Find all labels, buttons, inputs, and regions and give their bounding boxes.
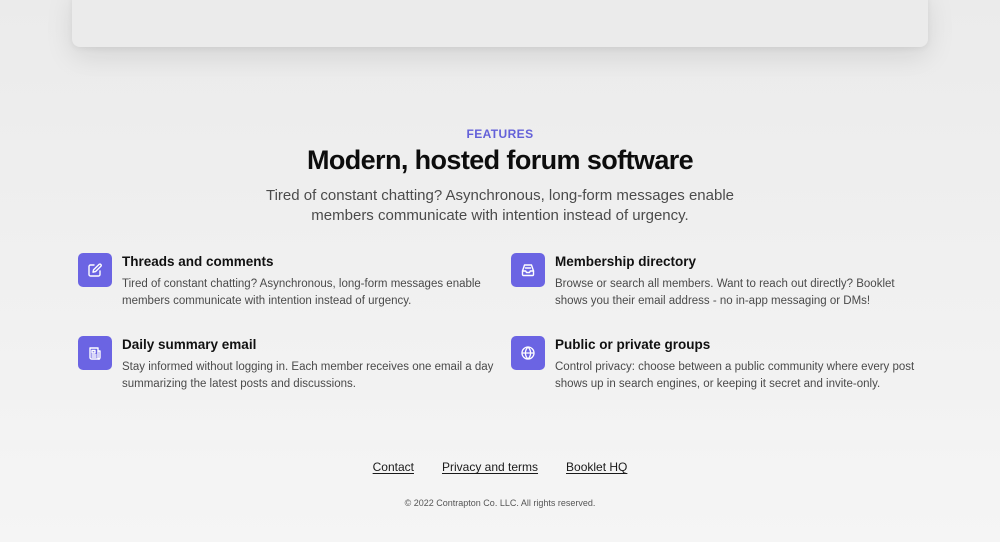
newspaper-icon [78, 336, 112, 370]
feature-title: Daily summary email [122, 337, 257, 352]
feature-description: Stay informed without logging in. Each m… [122, 361, 494, 390]
feature-description: Control privacy: choose between a public… [555, 361, 915, 390]
feature-description: Tired of constant chatting? Asynchronous… [122, 278, 481, 307]
footer-links: Contact Privacy and terms Booklet HQ [0, 460, 1000, 474]
pencil-square-icon [78, 253, 112, 287]
footer-link-booklet-hq[interactable]: Booklet HQ [566, 460, 627, 474]
features-subtitle: Tired of constant chatting? Asynchronous… [265, 187, 735, 224]
feature-title: Membership directory [555, 254, 697, 269]
copyright-text: © 2022 Contrapton Co. LLC. All rights re… [404, 498, 596, 508]
features-eyebrow: FEATURES [466, 127, 534, 141]
feature-description: Browse or search all members. Want to re… [555, 278, 895, 307]
inbox-icon [511, 253, 545, 287]
globe-icon [511, 336, 545, 370]
footer-link-privacy-and-terms[interactable]: Privacy and terms [442, 460, 538, 474]
feature-title: Threads and comments [122, 254, 274, 269]
footer-link-contact[interactable]: Contact [373, 460, 414, 474]
feature-title: Public or private groups [555, 337, 711, 352]
features-title: Modern, hosted forum software [306, 145, 694, 175]
top-card-panel [72, 0, 928, 47]
